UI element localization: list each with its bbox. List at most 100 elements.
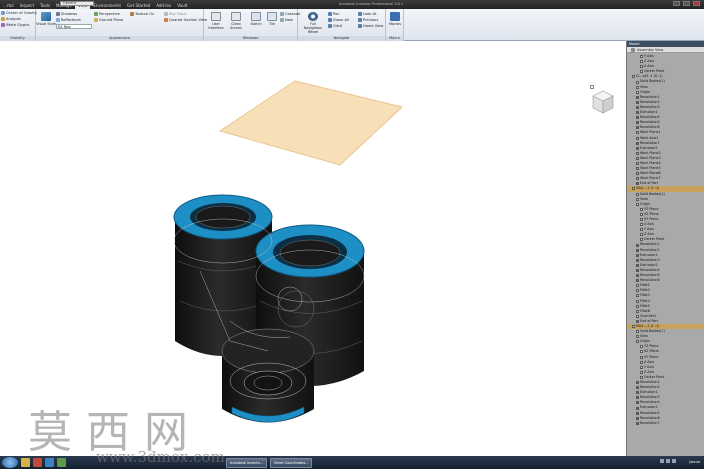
feature-icon [636,335,639,339]
sketch-plane[interactable] [218,80,404,166]
section-icon [164,18,168,22]
quarter-section-button[interactable]: Quarter Section View [164,18,207,22]
feature-icon [640,65,643,69]
feature-icon [636,330,639,334]
feature-icon [636,289,639,293]
feature-icon [636,136,639,140]
feature-icon [640,375,643,379]
reflections-button[interactable]: Reflections [56,18,81,22]
feature-icon [640,355,643,359]
look-at-button[interactable]: Look At [358,12,376,16]
feature-icon [636,126,639,130]
tray-icon[interactable] [666,459,670,463]
visual-style-button[interactable]: Visual Style [36,12,56,26]
tab-inspect[interactable]: Inspect [17,2,38,9]
tile-button[interactable]: Tile [262,12,282,26]
tab-tools[interactable]: Tools [37,2,53,9]
feature-icon [640,233,643,237]
pan-button[interactable]: Pan [328,12,340,16]
macros-icon [390,12,400,21]
feature-icon [636,268,639,272]
ray-trace-button[interactable]: Ray Trace [164,12,186,16]
home-view-button[interactable]: Home View [358,24,383,28]
feature-icon [636,177,639,181]
feature-icon [632,187,635,191]
pan-icon [328,12,332,16]
cascade-icon [280,12,284,16]
graphics-viewport[interactable] [0,41,626,456]
home-icon [358,24,362,28]
feature-icon [636,202,639,206]
appearance-combo[interactable]: Generic [60,1,94,6]
texture-on-button[interactable]: Texture On [130,12,154,16]
feature-icon [636,151,639,155]
macros-button[interactable]: Macros [385,12,405,26]
feature-icon [636,197,639,201]
previous-button[interactable]: Previous [358,18,378,22]
navigation-wheel-icon [308,12,318,21]
feature-icon [636,80,639,84]
clean-screen-button[interactable]: Clean Screen [226,12,246,30]
user-interface-button[interactable]: User Interface [206,12,226,30]
ground-plane-icon [94,18,98,22]
feature-icon [640,365,643,369]
new-window-button[interactable]: New [280,18,293,22]
feature-icon [636,416,639,420]
feature-icon [636,156,639,160]
texture-icon [130,12,134,16]
previous-icon [358,18,362,22]
imate-icon [1,23,5,27]
home-view-icon[interactable] [590,85,594,89]
browser-view-dropdown[interactable]: Assembly View [637,47,663,53]
zoom-all-button[interactable]: Zoom All [328,18,349,22]
feature-icon [640,345,643,349]
feature-icon [636,182,639,186]
feature-icon [636,95,639,99]
perspective-icon [94,12,98,16]
feature-icon [636,411,639,415]
user-interface-icon [211,12,221,21]
full-navigation-wheel-button[interactable]: Full Navigation Wheel [301,12,325,34]
feature-icon [636,396,639,400]
tab-get-started[interactable]: Get Started [124,2,153,9]
imate-glyphs-button[interactable]: iMate Glyphs [1,23,29,27]
feature-icon [640,207,643,211]
filter-icon[interactable] [631,47,635,52]
tab-environments[interactable]: Environments [90,2,124,9]
taskbar-document[interactable]: Sheet Coordinates... [269,457,313,468]
cylinder-front[interactable] [221,328,315,423]
minimize-button[interactable] [673,1,680,6]
clock[interactable]: Jiaxue [689,458,700,467]
reflections-icon [56,18,60,22]
tree-item[interactable]: Revolution7 [627,421,704,426]
viewcube-icon[interactable] [591,89,615,115]
model-render [173,80,404,423]
tray-icon[interactable] [660,459,664,463]
feature-icon [636,141,639,145]
feature-icon [636,248,639,252]
center-of-gravity-button[interactable]: Center of Gravity [1,11,37,15]
start-button[interactable] [2,457,18,468]
maximize-button[interactable] [683,1,690,6]
tab--rtol[interactable]: ...rtol [0,2,17,9]
analysis-button[interactable]: Analysis [1,17,21,21]
window-title: Autodesk Inventor Professional 2011 [338,2,404,6]
feature-icon [636,284,639,288]
feature-icon [636,258,639,262]
feature-icon [636,85,639,89]
ground-plane-button[interactable]: Ground Plane [94,18,123,22]
zoom-icon [328,18,332,22]
tray-icon[interactable] [672,459,676,463]
feature-icon [636,263,639,267]
system-tray [660,459,676,463]
ribbon-tabs: ...rtolInspectToolsManageViewEnvironment… [0,2,190,9]
close-button[interactable] [693,1,700,6]
shadows-button[interactable]: Shadows [56,12,77,16]
orbit-button[interactable]: Orbit [328,24,342,28]
perspective-button[interactable]: Perspective [94,12,120,16]
feature-icon [640,350,643,354]
tab-add-ins[interactable]: Add-Ins [153,2,174,9]
taskbar-inventor[interactable]: Autodesk Invento... [226,457,267,468]
view-combo[interactable]: Ed Nav [56,24,92,29]
tab-vault[interactable]: Vault [174,2,190,9]
